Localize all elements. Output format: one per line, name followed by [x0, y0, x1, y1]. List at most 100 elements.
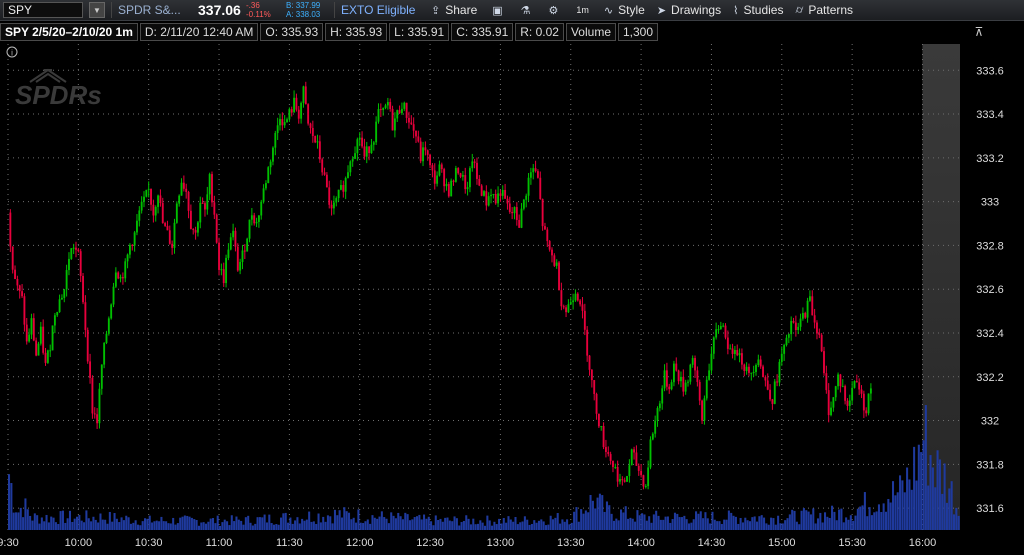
- candle-body: [220, 269, 223, 271]
- volume-bar: [240, 520, 243, 530]
- volume-bar: [882, 503, 885, 530]
- volume-bar: [753, 516, 756, 530]
- volume-bar: [469, 524, 472, 530]
- volume-bar: [324, 521, 327, 530]
- candle-body: [525, 195, 528, 200]
- candle-body: [567, 304, 570, 313]
- volume-bar: [610, 513, 613, 530]
- candle-body: [764, 377, 767, 381]
- candle-body: [633, 449, 636, 453]
- volume-bar: [202, 522, 205, 530]
- volume-bar: [399, 516, 402, 530]
- candle-body: [808, 296, 811, 301]
- volume-bar: [941, 493, 944, 530]
- candle-body: [600, 426, 603, 428]
- candle-body: [342, 185, 345, 192]
- volume-bar: [854, 515, 857, 530]
- volume-bar: [226, 521, 229, 530]
- volume-bar: [188, 516, 191, 530]
- volume-bar: [950, 481, 953, 530]
- volume-bar: [423, 514, 426, 530]
- candle-body: [590, 369, 593, 381]
- candle-body: [827, 390, 830, 416]
- volume-bar: [186, 515, 189, 530]
- volume-bar: [824, 512, 827, 530]
- volume-bar: [76, 516, 79, 530]
- candle-body: [272, 147, 274, 162]
- candle-body: [311, 127, 314, 137]
- volume-bar: [458, 525, 461, 530]
- volume-bar: [495, 524, 498, 530]
- candle-body: [708, 370, 711, 380]
- y-axis: 331.6 331.8 332 332.2 332.4 332.6 332.8 333 333.…: [976, 65, 1004, 515]
- candle-body: [189, 210, 192, 229]
- volume-bar: [884, 511, 888, 530]
- candle-body: [260, 201, 263, 216]
- candle-body: [518, 219, 521, 228]
- candle-body: [644, 486, 647, 488]
- candle-body: [823, 351, 825, 374]
- candle-body: [619, 479, 621, 482]
- volume-bar: [197, 525, 200, 530]
- volume-bar: [502, 517, 505, 530]
- candle-body: [293, 97, 296, 113]
- candle-body: [335, 198, 338, 203]
- volume-bar: [258, 517, 261, 530]
- candle-body: [154, 206, 157, 216]
- volume-bar: [404, 512, 407, 530]
- volume-bar: [669, 522, 672, 530]
- volume-bar: [847, 519, 850, 530]
- volume-bar: [720, 523, 723, 530]
- volume-bar: [315, 523, 318, 530]
- price-chart[interactable]: SPDRs i 331.6 331.8 332 332.2 332.4 332.6 332.…: [0, 0, 1024, 555]
- candle-body: [677, 370, 680, 382]
- candle-body: [363, 146, 366, 157]
- volume-bar: [629, 517, 632, 530]
- candle-body: [16, 278, 19, 286]
- volume-bar: [549, 515, 552, 530]
- volume-bar: [666, 516, 669, 530]
- volume-bar: [101, 519, 104, 530]
- candle-body: [295, 97, 298, 110]
- volume-bar: [556, 513, 559, 530]
- volume-bar: [383, 517, 386, 530]
- volume-bar: [83, 522, 86, 530]
- candle-body: [773, 381, 776, 404]
- candle-body: [787, 334, 790, 338]
- volume-bar: [453, 516, 456, 530]
- candle-body: [715, 329, 718, 338]
- volume-bar: [120, 517, 123, 530]
- candle-body: [471, 161, 474, 169]
- candle-body: [623, 480, 626, 482]
- candle-body: [736, 350, 739, 356]
- volume-bar: [603, 511, 606, 530]
- candle-body: [506, 198, 509, 204]
- volume-bar: [634, 521, 637, 530]
- volume-bar: [183, 515, 186, 530]
- volume-bar: [10, 483, 13, 530]
- candle-body: [375, 121, 378, 143]
- volume-bar: [387, 523, 390, 530]
- volume-bar: [413, 517, 416, 530]
- volume-bar: [22, 517, 25, 530]
- candle-body: [53, 315, 56, 326]
- volume-bar: [280, 517, 283, 530]
- candle-body: [161, 203, 164, 224]
- candle-body: [799, 318, 802, 327]
- volume-bar: [892, 481, 895, 530]
- volume-bar: [716, 521, 719, 530]
- candle-body: [243, 250, 246, 252]
- candle-body: [58, 299, 61, 312]
- volume-bar: [118, 522, 121, 530]
- volume-bar: [706, 518, 709, 530]
- candle-body: [44, 352, 47, 363]
- volume-bar: [214, 523, 217, 530]
- candle-body: [185, 188, 188, 192]
- candle-body: [476, 162, 478, 179]
- candle-body: [574, 293, 577, 301]
- volume-bar: [207, 521, 210, 530]
- candle-body: [307, 104, 310, 124]
- candle-body: [555, 262, 558, 266]
- volume-bar: [481, 522, 484, 530]
- candle-body: [433, 170, 436, 184]
